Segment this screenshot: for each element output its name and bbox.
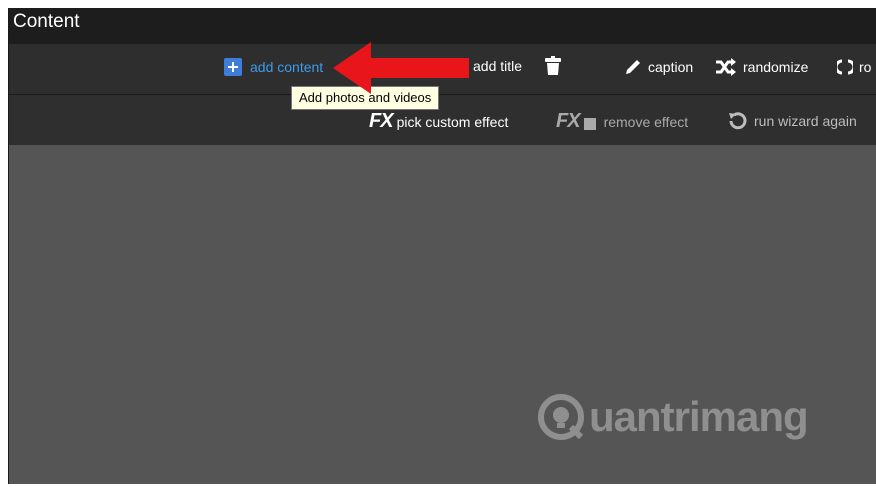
rotate-button[interactable]: ro — [837, 58, 871, 76]
remove-effect-label: remove effect — [603, 113, 689, 130]
randomize-label: randomize — [743, 59, 809, 75]
rotate-icon — [837, 59, 853, 75]
shuffle-icon — [716, 58, 736, 76]
pick-custom-effect-button[interactable]: FX pick custom effect — [369, 110, 508, 133]
randomize-button[interactable]: randomize — [715, 58, 808, 76]
effects-toolbar: FX pick custom effect FX remove effect r… — [9, 95, 876, 145]
window-title: Content — [13, 11, 80, 32]
fx-icon: FX — [369, 110, 394, 132]
minus-box-icon — [583, 117, 596, 130]
add-title-label: add title — [473, 58, 523, 74]
undo-icon — [729, 112, 747, 130]
caption-label: caption — [648, 59, 694, 75]
trash-icon — [545, 56, 561, 75]
add-content-label: add content — [250, 59, 324, 75]
run-wizard-button[interactable]: run wizard again — [726, 110, 857, 132]
pick-effect-label: pick custom effect — [396, 113, 509, 130]
watermark-logo-icon — [538, 394, 584, 440]
pencil-icon — [626, 60, 640, 74]
watermark-text: uantrimang — [589, 393, 809, 440]
wizard-label: run wizard again — [754, 113, 857, 129]
remove-effect-button[interactable]: FX remove effect — [556, 110, 688, 133]
annotation-arrow — [333, 42, 469, 94]
add-content-button[interactable]: add content — [224, 58, 323, 76]
delete-button[interactable] — [545, 56, 561, 76]
caption-button[interactable]: caption — [624, 58, 693, 76]
rotate-label: ro — [859, 59, 872, 75]
plus-icon — [224, 58, 242, 76]
fx-remove-icon: FX — [556, 110, 581, 132]
content-window: Content add content add title caption ra… — [9, 8, 876, 484]
watermark: uantrimang — [537, 393, 809, 441]
